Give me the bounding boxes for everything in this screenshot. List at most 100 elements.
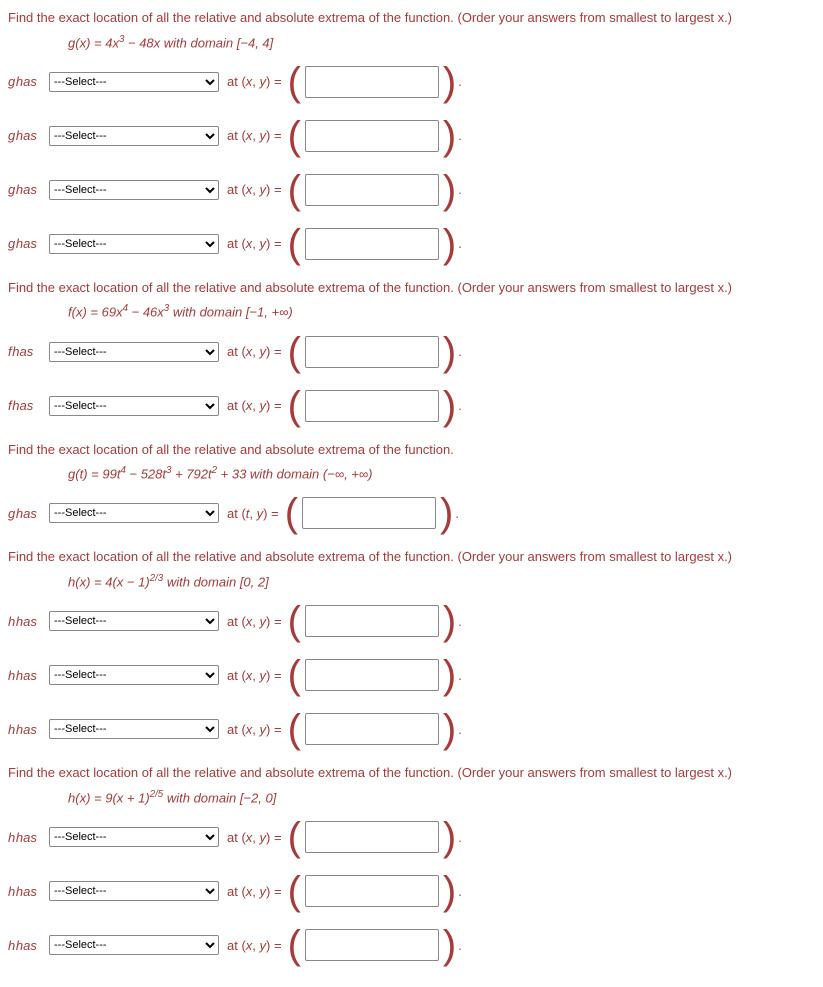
function-label: h has	[8, 668, 43, 683]
has-label: has	[16, 74, 37, 89]
coordinate-input[interactable]	[305, 821, 439, 853]
coordinate-input[interactable]	[305, 228, 439, 260]
function-label: f has	[8, 398, 43, 413]
has-label: has	[16, 128, 37, 143]
answer-row: g has---Select---at (x, y) =().	[8, 224, 815, 264]
problem-section: Find the exact location of all the relat…	[8, 8, 815, 264]
left-paren: (	[288, 62, 301, 102]
right-paren: )	[443, 62, 456, 102]
left-paren: (	[288, 170, 301, 210]
has-label: has	[16, 236, 37, 251]
problem-section: Find the exact location of all the relat…	[8, 278, 815, 426]
answer-row: h has---Select---at (x, y) =().	[8, 601, 815, 641]
coordinate-input[interactable]	[305, 605, 439, 637]
period-text: .	[458, 236, 462, 251]
at-label: at (x, y) =	[227, 830, 282, 845]
period-text: .	[455, 506, 459, 521]
extrema-type-select[interactable]: ---Select---	[49, 126, 219, 146]
extrema-type-select[interactable]: ---Select---	[49, 396, 219, 416]
function-label: g has	[8, 182, 43, 197]
question-prompt: Find the exact location of all the relat…	[8, 8, 815, 28]
right-paren: )	[443, 386, 456, 426]
right-paren: )	[443, 871, 456, 911]
coordinate-input[interactable]	[305, 929, 439, 961]
equation-text: g(t) = 99t4 − 528t3 + 792t2 + 33 with do…	[68, 465, 815, 481]
has-label: has	[16, 506, 37, 521]
answer-row: g has ---Select--- at (t, y) = ().	[8, 493, 815, 533]
answer-row: h has---Select---at (x, y) =().	[8, 709, 815, 749]
function-label: f has	[8, 344, 43, 359]
left-paren: (	[288, 655, 301, 695]
question-prompt: Find the exact location of all the relat…	[8, 547, 815, 567]
coordinate-input[interactable]	[305, 659, 439, 691]
extrema-type-select[interactable]: ---Select---	[49, 503, 219, 523]
right-paren: )	[443, 116, 456, 156]
extrema-type-select[interactable]: ---Select---	[49, 827, 219, 847]
equation-text: h(x) = 4(x − 1)2/3 with domain [0, 2]	[68, 573, 815, 589]
left-paren: (	[288, 386, 301, 426]
coordinate-input[interactable]	[305, 875, 439, 907]
coordinate-input[interactable]	[305, 713, 439, 745]
period-text: .	[458, 182, 462, 197]
period-text: .	[458, 398, 462, 413]
right-paren: )	[443, 601, 456, 641]
extrema-type-select[interactable]: ---Select---	[49, 665, 219, 685]
coordinate-input[interactable]	[302, 497, 436, 529]
problem-section: Find the exact location of all the relat…	[8, 763, 815, 965]
right-paren: )	[443, 817, 456, 857]
function-label: g has	[8, 506, 43, 521]
left-paren: (	[288, 224, 301, 264]
answer-row: g has---Select---at (x, y) =().	[8, 116, 815, 156]
answer-row: f has---Select---at (x, y) =().	[8, 332, 815, 372]
extrema-type-select[interactable]: ---Select---	[49, 342, 219, 362]
has-label: has	[16, 614, 37, 629]
function-label: g has	[8, 74, 43, 89]
coordinate-input[interactable]	[305, 336, 439, 368]
period-text: .	[458, 74, 462, 89]
period-text: .	[458, 722, 462, 737]
left-paren: (	[285, 493, 298, 533]
extrema-type-select[interactable]: ---Select---	[49, 180, 219, 200]
coordinate-input[interactable]	[305, 174, 439, 206]
at-label: at (x, y) =	[227, 668, 282, 683]
answer-row: h has---Select---at (x, y) =().	[8, 655, 815, 695]
left-paren: (	[288, 332, 301, 372]
at-label: at (x, y) =	[227, 722, 282, 737]
extrema-type-select[interactable]: ---Select---	[49, 72, 219, 92]
function-label: g has	[8, 128, 43, 143]
right-paren: )	[440, 493, 453, 533]
has-label: has	[16, 938, 37, 953]
at-label: at (x, y) =	[227, 884, 282, 899]
answer-row: g has---Select---at (x, y) =().	[8, 170, 815, 210]
equation-text: f(x) = 69x4 − 46x3 with domain [−1, +∞)	[68, 303, 815, 319]
has-label: has	[16, 668, 37, 683]
at-label: at (x, y) =	[227, 938, 282, 953]
extrema-type-select[interactable]: ---Select---	[49, 234, 219, 254]
function-label: h has	[8, 614, 43, 629]
coordinate-input[interactable]	[305, 120, 439, 152]
at-label: at (x, y) =	[227, 236, 282, 251]
at-label: at (x, y) =	[227, 614, 282, 629]
at-label: at (x, y) =	[227, 398, 282, 413]
extrema-type-select[interactable]: ---Select---	[49, 881, 219, 901]
extrema-type-select[interactable]: ---Select---	[49, 611, 219, 631]
has-label: has	[12, 398, 33, 413]
extrema-type-select[interactable]: ---Select---	[49, 719, 219, 739]
question-prompt: Find the exact location of all the relat…	[8, 763, 815, 783]
right-paren: )	[443, 655, 456, 695]
equation-text: g(x) = 4x3 − 48x with domain [−4, 4]	[68, 34, 815, 50]
coordinate-input[interactable]	[305, 66, 439, 98]
at-label: at (x, y) =	[227, 182, 282, 197]
coordinate-input[interactable]	[305, 390, 439, 422]
function-label: h has	[8, 830, 43, 845]
right-paren: )	[443, 925, 456, 965]
extrema-type-select[interactable]: ---Select---	[49, 935, 219, 955]
at-label: at (t, y) =	[227, 506, 279, 521]
at-label: at (x, y) =	[227, 74, 282, 89]
at-label: at (x, y) =	[227, 344, 282, 359]
function-label: h has	[8, 884, 43, 899]
function-label: g has	[8, 236, 43, 251]
function-label: h has	[8, 722, 43, 737]
at-label: at (x, y) =	[227, 128, 282, 143]
problem-section: Find the exact location of all the relat…	[8, 547, 815, 749]
